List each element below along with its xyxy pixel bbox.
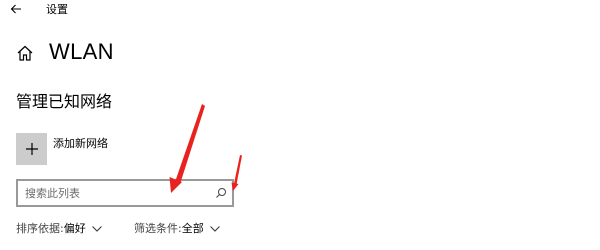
window-title: 设置	[46, 3, 68, 16]
filter-by-value: 全部	[181, 222, 204, 235]
chevron-down-icon	[91, 226, 102, 232]
search-list-input[interactable]	[25, 181, 205, 205]
page-title: WLAN	[49, 39, 114, 64]
add-network-label: 添加新网络	[53, 137, 108, 150]
search-icon[interactable]	[215, 187, 227, 199]
add-network-button[interactable]: 添加新网络	[16, 133, 108, 165]
plus-icon	[25, 143, 38, 155]
sort-by-label: 排序依据:	[16, 222, 64, 235]
back-arrow-icon[interactable]	[8, 1, 24, 17]
filter-by-label: 筛选条件:	[134, 222, 182, 235]
add-network-tile[interactable]	[16, 133, 47, 165]
home-icon	[17, 45, 33, 61]
sort-by-dropdown[interactable]: 排序依据: 偏好	[16, 222, 102, 236]
known-networks-heading: 管理已知网络	[16, 92, 113, 111]
filter-by-dropdown[interactable]: 筛选条件: 全部	[134, 222, 220, 236]
chevron-down-icon	[209, 226, 220, 232]
sort-by-value: 偏好	[63, 222, 86, 235]
search-list-box[interactable]	[16, 179, 234, 207]
